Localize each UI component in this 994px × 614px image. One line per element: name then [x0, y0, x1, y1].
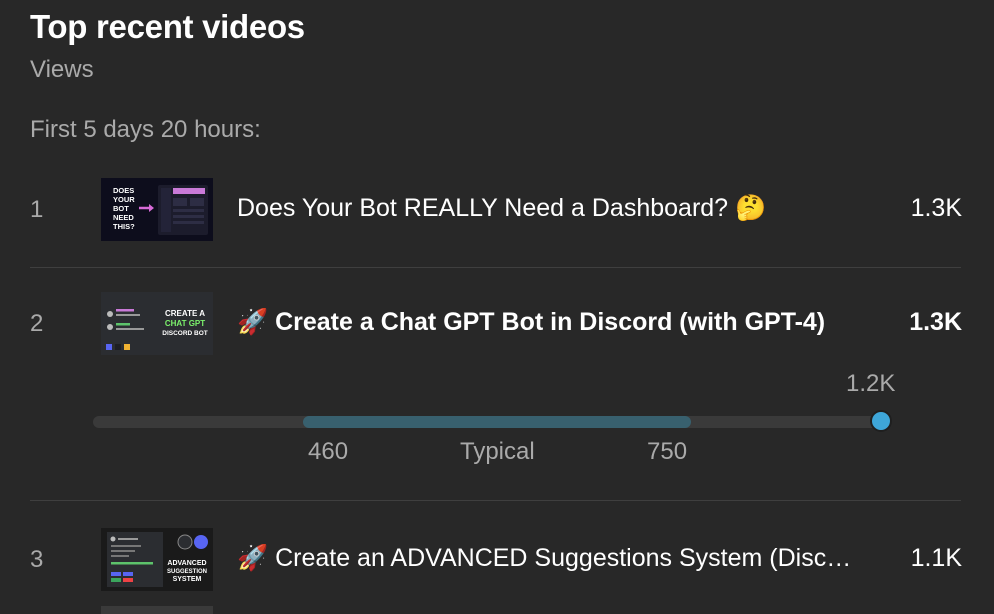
thumb-text: NEED	[113, 213, 134, 222]
video-views: 1.1K	[910, 544, 962, 572]
thumb-text: CHAT GPT	[165, 319, 205, 328]
page-title: Top recent videos	[30, 8, 305, 45]
video-title[interactable]: Does Your Bot REALLY Need a Dashboard? 🤔	[237, 194, 766, 223]
row-divider	[30, 267, 961, 268]
typical-label: Typical	[460, 438, 535, 465]
thumb-text: SUGGESTION	[167, 569, 207, 575]
video-thumbnail[interactable]: DOES YOUR BOT NEED THIS?	[101, 178, 213, 241]
video-thumbnail[interactable]	[101, 606, 213, 614]
typical-range-band	[303, 416, 691, 428]
thumb-text: CREATE A	[165, 309, 205, 318]
thumb-text: YOUR	[113, 195, 135, 204]
video-thumbnail[interactable]: ADVANCED SUGGESTION SYSTEM	[101, 528, 213, 591]
row-divider	[30, 500, 961, 501]
metric-subtitle: Views	[30, 56, 94, 83]
video-rank: 1	[30, 196, 44, 223]
video-views: 1.3K	[909, 308, 962, 336]
thumb-text: BOT	[113, 204, 129, 213]
video-title[interactable]: 🚀 Create a Chat GPT Bot in Discord (with…	[237, 308, 825, 337]
video-views: 1.3K	[910, 194, 962, 222]
thumb-text: ADVANCED	[167, 560, 206, 567]
current-value-marker	[870, 410, 892, 432]
thumb-text: THIS?	[113, 222, 135, 231]
period-label: First 5 days 20 hours:	[30, 116, 261, 143]
video-row[interactable]: 2 CREATE A CHAT GPT DISCORD BOT 🚀 Create…	[0, 292, 994, 356]
video-row[interactable]: 1 DOES YOUR BOT NEED THIS? Does Your Bot…	[0, 178, 994, 242]
video-row[interactable]: 3 ADVANCED SUGGESTION SYSTEM 🚀 Create an…	[0, 528, 994, 592]
thumb-text: SYSTEM	[173, 576, 202, 583]
video-title[interactable]: 🚀 Create an ADVANCED Suggestions System …	[237, 544, 862, 573]
thumb-text: DISCORD BOT	[162, 330, 208, 337]
typical-low-value: 460	[308, 438, 349, 465]
video-thumbnail[interactable]: CREATE A CHAT GPT DISCORD BOT	[101, 292, 213, 355]
thumb-text: DOES	[113, 186, 134, 195]
video-rank: 2	[30, 310, 44, 337]
video-rank: 3	[30, 546, 44, 573]
typical-high-value: 750	[647, 438, 688, 465]
range-max-value: 1.2K	[846, 370, 896, 397]
